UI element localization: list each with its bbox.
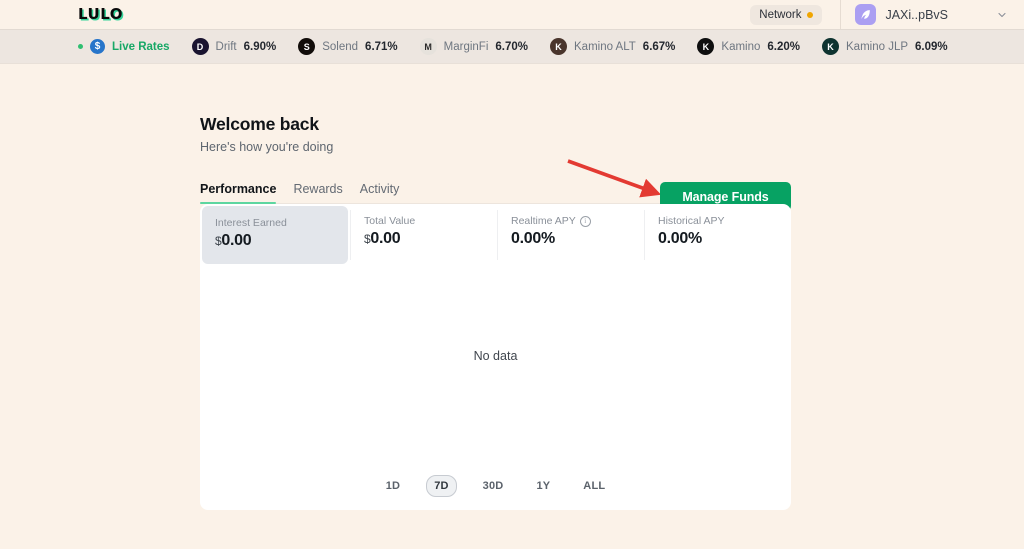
protocol-rate: 6.90%: [243, 40, 277, 53]
protocol-name: Kamino ALT: [574, 40, 636, 53]
protocol-icon: S: [298, 38, 316, 55]
stat-number: 0.00: [370, 230, 401, 247]
live-rates-ticker: $ Live Rates D Drift 6.90% S Solend 6.71% M Mar…: [0, 29, 1024, 64]
ticker-item[interactable]: D Drift 6.90%: [191, 38, 277, 55]
protocol-name: Kamino JLP: [846, 40, 909, 53]
stat-label: Total Value: [364, 215, 497, 227]
stat-label-text: Historical APY: [658, 215, 725, 227]
stat-label-text: Realtime APY: [511, 215, 576, 227]
page-subtitle: Here's how you're doing: [200, 140, 334, 154]
stat-label-text: Interest Earned: [215, 217, 287, 229]
stat-label-text: Total Value: [364, 215, 416, 227]
welcome-section: Welcome back Here's how you're doing: [200, 64, 1024, 154]
protocol-rate: 6.20%: [767, 40, 801, 53]
network-status-dot: [807, 11, 814, 18]
top-bar: LULO Network JAXi..pBvS: [0, 0, 1024, 29]
stat-number: 0.00: [221, 232, 252, 249]
wallet-selector[interactable]: JAXi..pBvS: [855, 4, 948, 25]
stat-number: 0.00%: [511, 230, 555, 247]
ticker-item[interactable]: M MarginFi 6.70%: [419, 38, 528, 55]
tab-activity[interactable]: Activity: [360, 182, 400, 203]
page-title: Welcome back: [200, 114, 319, 134]
ticker-items: D Drift 6.90% S Solend 6.71% M MarginFi 6.70% K Ka…: [191, 38, 970, 55]
range-option-30d[interactable]: 30D: [476, 476, 511, 496]
header-right-controls: Network JAXi..pBvS: [750, 0, 1024, 29]
chart-empty-message: No data: [473, 349, 518, 363]
usdc-coin-icon: $: [90, 39, 105, 54]
stat-number: 0.00%: [658, 230, 702, 247]
ticker-item[interactable]: K Kamino 6.20%: [697, 38, 800, 55]
protocol-icon: K: [550, 38, 567, 55]
ticker-item[interactable]: S Solend 6.71%: [298, 38, 398, 55]
tab-rewards[interactable]: Rewards: [293, 182, 342, 203]
range-selector: 1D 7D 30D 1Y ALL: [200, 475, 791, 497]
protocol-icon: K: [697, 38, 715, 55]
protocol-rate: 6.09%: [915, 40, 948, 53]
range-option-1d[interactable]: 1D: [379, 476, 407, 496]
protocol-icon: K: [822, 38, 840, 55]
live-status-dot: [78, 44, 83, 49]
range-option-all[interactable]: ALL: [576, 476, 612, 496]
protocol-icon: M: [419, 38, 437, 55]
phantom-wallet-icon: [855, 4, 877, 25]
app-logo[interactable]: LULO: [78, 7, 123, 22]
stat-label: Historical APY: [658, 215, 791, 227]
stat-value: $0.00: [364, 230, 497, 248]
performance-panel: Interest Earned $0.00 Total Value $0.00 Real…: [200, 204, 791, 510]
live-rates-label: Live Rates: [112, 40, 170, 53]
main-content: Welcome back Here's how you're doing Man…: [0, 64, 1024, 510]
ticker-live-indicator: $ Live Rates: [78, 39, 170, 54]
chart-area: No data: [200, 266, 791, 446]
stat-card[interactable]: Realtime APY i 0.00%: [497, 204, 644, 266]
stat-card[interactable]: Total Value $0.00: [350, 204, 497, 266]
header-divider: [840, 0, 842, 29]
protocol-rate: 6.71%: [365, 40, 398, 53]
ticker-item[interactable]: K Kamino JLP 6.09%: [822, 38, 948, 55]
network-label: Network: [759, 8, 802, 21]
stat-value: 0.00%: [511, 230, 644, 248]
range-option-7d[interactable]: 7D: [426, 475, 457, 497]
protocol-name: Drift: [215, 40, 237, 53]
network-badge[interactable]: Network: [750, 4, 823, 25]
stat-value: 0.00%: [658, 230, 791, 248]
info-icon[interactable]: i: [579, 215, 591, 227]
ticker-item[interactable]: K Kamino ALT 6.67%: [550, 38, 675, 55]
protocol-icon: D: [191, 38, 209, 55]
tab-performance[interactable]: Performance: [200, 182, 277, 204]
wallet-address: JAXi..pBvS: [885, 7, 948, 22]
range-option-1y[interactable]: 1Y: [529, 476, 557, 496]
stat-card[interactable]: Interest Earned $0.00: [202, 206, 348, 264]
protocol-rate: 6.70%: [495, 40, 528, 53]
stat-label: Interest Earned: [215, 217, 348, 229]
stats-row: Interest Earned $0.00 Total Value $0.00 Real…: [200, 204, 791, 266]
protocol-name: Kamino: [721, 40, 761, 53]
protocol-name: MarginFi: [443, 40, 489, 53]
stat-value: $0.00: [215, 232, 348, 250]
stat-card[interactable]: Historical APY 0.00%: [644, 204, 791, 266]
stat-label: Realtime APY i: [511, 215, 644, 227]
protocol-rate: 6.67%: [642, 40, 676, 53]
chevron-down-icon[interactable]: [996, 9, 1008, 21]
protocol-name: Solend: [322, 40, 359, 53]
